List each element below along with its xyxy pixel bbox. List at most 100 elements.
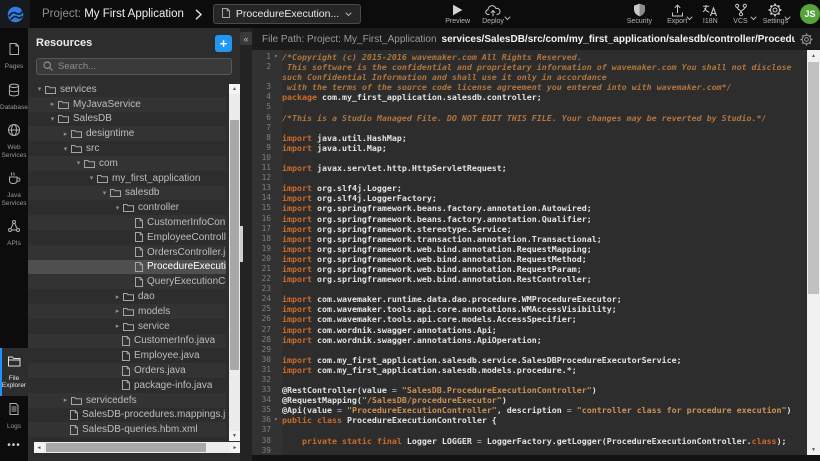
tree-vertical-scrollbar[interactable]: ▲ ▼ bbox=[229, 84, 240, 441]
tree-horizontal-scrollbar[interactable]: ◄ ► bbox=[34, 442, 240, 453]
sidebar-item-logs[interactable]: Logs bbox=[0, 396, 28, 437]
search-row bbox=[28, 54, 240, 79]
tree-item-src[interactable]: ▾src bbox=[28, 141, 226, 156]
editor-scroll-up-icon[interactable]: ▲ bbox=[807, 50, 820, 61]
tree-item-my-first-application[interactable]: ▾my_first_application bbox=[28, 171, 226, 186]
file-options-gear-icon[interactable] bbox=[800, 33, 813, 46]
collapse-panel-button[interactable]: « bbox=[240, 32, 252, 45]
fold-spacer bbox=[274, 173, 282, 183]
line-number: 10 bbox=[252, 153, 274, 163]
tree-item-servicedefs[interactable]: ▸servicedefs bbox=[28, 393, 226, 408]
export-button[interactable]: Export bbox=[667, 3, 687, 25]
resources-header: Resources + bbox=[28, 28, 240, 54]
tree-item-label: controller bbox=[138, 202, 179, 213]
sidebar-more-button[interactable]: ••• bbox=[7, 436, 21, 461]
preview-button[interactable]: Preview bbox=[445, 3, 470, 25]
tree-item-employeecontroller-java[interactable]: EmployeeController.java bbox=[28, 230, 226, 245]
tree-item-customerinfocontroller-java[interactable]: CustomerInfoController.java bbox=[28, 215, 226, 230]
tree-item-service[interactable]: ▸service bbox=[28, 319, 226, 334]
sidebar-item-java-services[interactable]: Java Services bbox=[0, 165, 28, 213]
scroll-right-icon[interactable]: ► bbox=[230, 442, 240, 453]
i18n-button[interactable]: I18N bbox=[702, 3, 718, 25]
line-number: 2 bbox=[252, 62, 274, 82]
open-file-dropdown[interactable]: ProcedureExecution... bbox=[213, 4, 361, 24]
sidebar-item-file-explorer[interactable]: File Explorer bbox=[0, 348, 28, 396]
sidebar-item-web-services[interactable]: Web Services bbox=[0, 117, 28, 165]
tree-item-customerinfo-java[interactable]: CustomerInfo.java bbox=[28, 334, 226, 349]
tree-item-package-info-java[interactable]: package-info.java bbox=[28, 378, 226, 393]
folder-icon bbox=[97, 174, 108, 183]
editor-scroll-down-icon[interactable]: ▼ bbox=[807, 444, 820, 455]
line-number: 16 bbox=[252, 214, 274, 224]
deploy-button[interactable]: Deploy bbox=[482, 3, 504, 25]
security-button[interactable]: Security bbox=[627, 3, 652, 25]
chevron-down-icon[interactable]: ▾ bbox=[73, 159, 84, 167]
chevron-right-icon[interactable]: ▸ bbox=[60, 396, 71, 404]
fold-spacer bbox=[274, 294, 282, 304]
tree-item-salesdb[interactable]: ▾SalesDB bbox=[28, 112, 226, 127]
code-text bbox=[282, 153, 807, 163]
fold-spacer bbox=[274, 163, 282, 173]
settings-button[interactable]: Settings bbox=[763, 3, 788, 25]
code-text: import javax.servlet.http.HttpServletReq… bbox=[282, 163, 807, 173]
scroll-left-icon[interactable]: ◄ bbox=[34, 442, 44, 453]
tree-item-orders-java[interactable]: Orders.java bbox=[28, 363, 226, 378]
tree-vscroll-thumb[interactable] bbox=[230, 120, 239, 370]
tree-hscroll-thumb[interactable] bbox=[46, 443, 206, 452]
tree-item-services[interactable]: ▾services bbox=[28, 82, 226, 97]
editor-vscroll-thumb[interactable] bbox=[808, 62, 819, 294]
fold-toggle-icon[interactable]: ▾ bbox=[274, 52, 282, 62]
sidebar-item-apis[interactable]: APIs bbox=[0, 213, 28, 254]
chevron-down-icon[interactable]: ▾ bbox=[99, 189, 110, 197]
logs-label: Logs bbox=[0, 423, 28, 431]
fold-spacer bbox=[274, 405, 282, 415]
tree-item-employee-java[interactable]: Employee.java bbox=[28, 348, 226, 363]
tree-item-orderscontroller-java[interactable]: OrdersController.java bbox=[28, 245, 226, 260]
chevron-down-icon[interactable]: ▾ bbox=[47, 115, 58, 123]
vcs-button[interactable]: VCS bbox=[733, 3, 747, 25]
chevron-right-icon[interactable]: ▸ bbox=[112, 322, 123, 330]
breadcrumb-chevron-icon bbox=[195, 9, 202, 20]
fold-toggle-icon[interactable]: ▾ bbox=[274, 415, 282, 425]
chevron-right-icon[interactable]: ▸ bbox=[47, 100, 58, 108]
code-lines[interactable]: 1▾/*Copyright (c) 2015-2016 wavemaker.co… bbox=[252, 52, 807, 455]
chevron-right-icon[interactable]: ▸ bbox=[60, 130, 71, 138]
code-line-25: 25import com.wavemaker.tools.api.core.an… bbox=[252, 304, 807, 314]
editor-vertical-scrollbar[interactable]: ▲ ▼ bbox=[807, 50, 820, 455]
code-text bbox=[282, 173, 807, 183]
chevron-right-icon[interactable]: ▸ bbox=[112, 307, 123, 315]
chevron-right-icon[interactable]: ▸ bbox=[112, 293, 123, 301]
folder-icon bbox=[123, 292, 134, 301]
chevron-down-icon[interactable]: ▾ bbox=[34, 85, 45, 93]
wavemaker-logo-icon[interactable] bbox=[0, 0, 30, 28]
chevron-down-icon[interactable]: ▾ bbox=[86, 174, 97, 182]
tree-item-salesdb-queries-hbm-xml[interactable]: SalesDB-queries.hbm.xml bbox=[28, 422, 226, 437]
code-text: import org.springframework.stereotype.Se… bbox=[282, 224, 807, 234]
project-name: My First Application bbox=[84, 8, 184, 20]
tree-item-designtime[interactable]: ▸designtime bbox=[28, 126, 226, 141]
chevron-down-icon[interactable]: ▾ bbox=[112, 204, 123, 212]
sidebar-item-databases[interactable]: Databases bbox=[0, 77, 28, 118]
line-number: 35 bbox=[252, 405, 274, 415]
sidebar-item-pages[interactable]: Pages bbox=[0, 36, 28, 77]
tree-item-salesdb[interactable]: ▾salesdb bbox=[28, 186, 226, 201]
tree-item-procedureexecutioncontroller-java[interactable]: ProcedureExecutionController.java bbox=[28, 260, 226, 275]
tree-item-controller[interactable]: ▾ controller bbox=[28, 200, 226, 215]
tree-item-queryexecutioncontroller-java[interactable]: QueryExecutionController.java bbox=[28, 274, 226, 289]
tree-item-salesdb-procedures-mappings-json[interactable]: SalesDB-procedures.mappings.json bbox=[28, 408, 226, 423]
scroll-down-icon[interactable]: ▼ bbox=[229, 431, 240, 441]
tree-item-label: QueryExecutionController.java bbox=[147, 276, 226, 287]
tree-item-dao[interactable]: ▸dao bbox=[28, 289, 226, 304]
chevron-down-icon[interactable]: ▾ bbox=[60, 145, 71, 153]
code-text: @RequestMapping("/SalesDB/procedureExecu… bbox=[282, 395, 807, 405]
user-avatar[interactable]: JS bbox=[800, 4, 820, 24]
add-resource-button[interactable]: + bbox=[215, 35, 232, 52]
scroll-up-icon[interactable]: ▲ bbox=[229, 84, 240, 94]
tree-item-models[interactable]: ▸models bbox=[28, 304, 226, 319]
tree-item-myjavaservice[interactable]: ▸MyJavaService bbox=[28, 97, 226, 112]
search-input[interactable] bbox=[58, 61, 225, 72]
code-editor[interactable]: 1▾/*Copyright (c) 2015-2016 wavemaker.co… bbox=[252, 50, 820, 455]
resources-panel: Resources + ▾services▸MyJavaService▾Sale… bbox=[28, 28, 240, 461]
divider-drag-handle[interactable] bbox=[240, 226, 243, 262]
tree-item-com[interactable]: ▾com bbox=[28, 156, 226, 171]
